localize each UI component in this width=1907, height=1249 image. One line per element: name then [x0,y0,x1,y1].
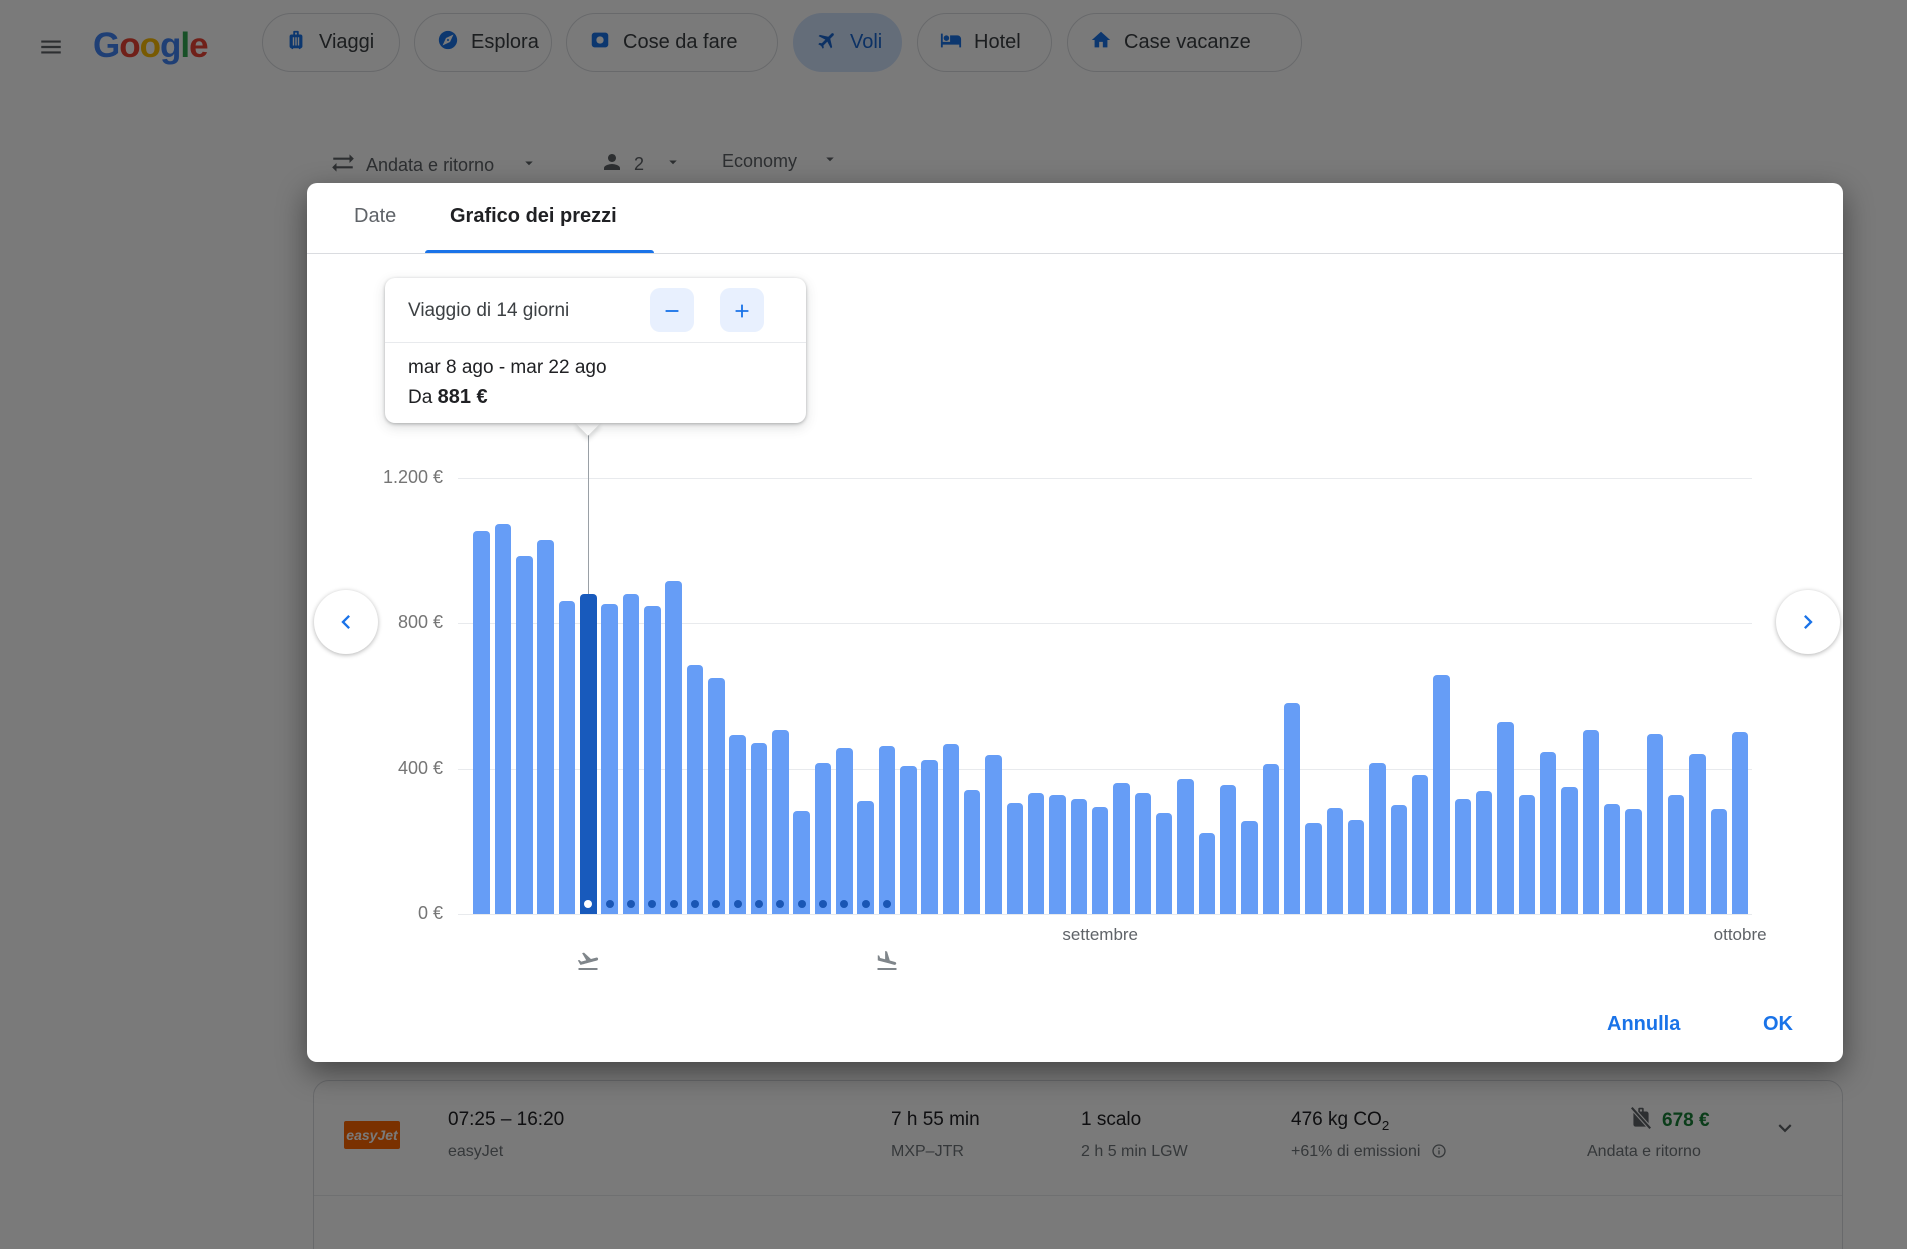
price-from: Da 881 € [408,386,488,409]
price-bar[interactable] [857,801,874,914]
price-bar[interactable] [1583,730,1600,914]
price-bar[interactable] [708,678,725,914]
trip-day-dot [819,900,827,908]
price-bar[interactable] [687,665,704,914]
trip-day-dot [883,900,891,908]
price-bar[interactable] [1497,722,1514,914]
gridline [458,478,1752,479]
price-bar[interactable] [1327,808,1344,914]
y-axis-tick-label: 1.200 € [333,467,443,488]
price-bar[interactable] [964,790,981,914]
price-bar[interactable] [559,601,576,914]
ok-button[interactable]: OK [1755,1009,1801,1040]
month-label: ottobre [1714,925,1767,945]
price-bar[interactable] [751,743,768,914]
price-bar[interactable] [644,606,661,914]
price-bar[interactable] [1156,813,1173,914]
price-bar[interactable] [729,735,746,914]
price-bar[interactable] [1113,783,1130,914]
price-bar[interactable] [1199,833,1216,914]
price-bar[interactable] [1412,775,1429,914]
price-bar[interactable] [516,556,533,914]
trip-day-dot [691,900,699,908]
price-bar[interactable] [793,811,810,914]
scroll-dates-back-button[interactable] [314,590,378,654]
price-bar[interactable] [1028,793,1045,914]
increase-days-button[interactable] [720,288,764,332]
price-bar[interactable] [1007,803,1024,914]
trip-day-dot [627,900,635,908]
price-bar[interactable] [1135,793,1152,914]
gridline [458,914,1752,915]
price-bar[interactable] [1540,752,1557,914]
price-bar[interactable] [943,744,960,914]
price-bar[interactable] [1561,787,1578,914]
price-bar-selected[interactable] [580,594,597,914]
date-price-dialog: Date Grafico dei prezzi Viaggio di 14 gi… [307,183,1843,1062]
page: Google Viaggi Esplora Cose da fare Voli [0,0,1907,1249]
price-bar[interactable] [1391,805,1408,914]
price-bar[interactable] [1220,785,1237,914]
trip-day-dot [670,900,678,908]
flight-land-icon [875,949,899,973]
price-bar[interactable] [495,524,512,914]
trip-day-dot [734,900,742,908]
price-bar[interactable] [1476,791,1493,914]
y-axis-tick-label: 0 € [333,903,443,924]
price-bar[interactable] [1049,795,1066,914]
selected-date-range: mar 8 ago - mar 22 ago [408,357,607,379]
price-bar[interactable] [1177,779,1194,914]
price-bar[interactable] [1732,732,1749,914]
price-bar[interactable] [985,755,1002,914]
price-bar[interactable] [836,748,853,914]
trip-day-dot [755,900,763,908]
trip-day-dot [606,900,614,908]
scroll-dates-forward-button[interactable] [1776,590,1840,654]
price-bar[interactable] [1668,795,1685,914]
price-bar[interactable] [1241,821,1258,914]
price-bar[interactable] [601,604,618,914]
price-bar[interactable] [900,766,917,914]
price-bar[interactable] [1647,734,1664,914]
price-bar[interactable] [1071,799,1088,914]
price-bar[interactable] [1625,809,1642,914]
price-bar[interactable] [815,763,832,914]
price-bar[interactable] [1433,675,1450,914]
price-bar[interactable] [879,746,896,914]
price-bar[interactable] [537,540,554,914]
price-bar[interactable] [1369,763,1386,914]
price-bar[interactable] [1284,703,1301,914]
price-bar[interactable] [665,581,682,914]
trip-length-tooltip: Viaggio di 14 giorni mar 8 ago - mar 22 … [385,278,806,423]
selected-price: 881 € [438,386,488,408]
y-axis-tick-label: 400 € [333,758,443,779]
price-bar[interactable] [1519,795,1536,914]
month-label: settembre [1062,925,1138,945]
trip-day-dot [862,900,870,908]
price-bar[interactable] [1711,809,1728,914]
price-bar[interactable] [772,730,789,914]
tooltip-divider [385,342,806,343]
cancel-button[interactable]: Annulla [1599,1009,1688,1040]
price-bar[interactable] [1455,799,1472,914]
price-bar[interactable] [921,760,938,914]
decrease-days-button[interactable] [650,288,694,332]
price-bar[interactable] [1092,807,1109,914]
price-bar[interactable] [1604,804,1621,914]
price-bar[interactable] [473,531,490,914]
price-bar[interactable] [1305,823,1322,914]
trip-length-label: Viaggio di 14 giorni [408,300,569,322]
flight-takeoff-icon [576,949,600,973]
price-bar[interactable] [1689,754,1706,914]
selected-bar-callout-line [588,423,589,594]
price-bar[interactable] [623,594,640,914]
trip-day-dot [798,900,806,908]
price-bar[interactable] [1348,820,1365,914]
price-bar[interactable] [1263,764,1280,914]
